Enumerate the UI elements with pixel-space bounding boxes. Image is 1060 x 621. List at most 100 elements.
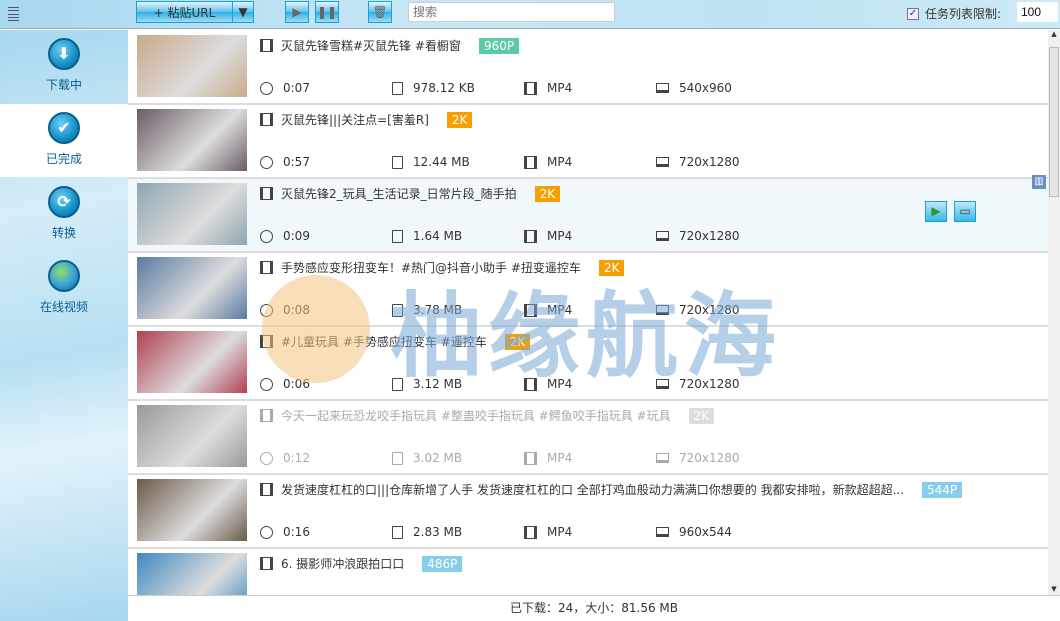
table-row[interactable]: 灭鼠先锋2_玩具_生活记录_日常片段_随手拍 2K 0:09 1.64 MB MP4… bbox=[128, 175, 1048, 253]
resolution: 720x1280 bbox=[679, 303, 740, 317]
video-thumbnail[interactable] bbox=[137, 183, 247, 245]
sidebar-item-label: 在线视频 bbox=[39, 300, 88, 314]
quality-badge: 960P bbox=[478, 37, 520, 54]
sidebar-item-downloading[interactable]: ⬇ 下载中 bbox=[0, 30, 128, 103]
clock-icon bbox=[260, 81, 273, 95]
film-icon bbox=[524, 451, 537, 465]
video-thumbnail[interactable] bbox=[137, 35, 247, 97]
monitor-icon bbox=[656, 527, 669, 537]
table-row[interactable]: 发货速度杠杠的口|||仓库新增了人手 发货速度杠杠的口 全部打鸡血般动力满满口你… bbox=[128, 475, 1048, 549]
file-icon bbox=[392, 525, 403, 539]
video-title: 手势感应变形扭变车！#热门@抖音小助手 #扭变遥控车 bbox=[281, 261, 581, 275]
resolution: 540x960 bbox=[679, 81, 732, 95]
file-size: 3.02 MB bbox=[413, 451, 463, 465]
start-button[interactable]: ▶ bbox=[285, 1, 309, 23]
clock-icon bbox=[260, 377, 273, 391]
film-icon bbox=[260, 557, 273, 570]
quality-badge: 2K bbox=[598, 259, 625, 276]
duration: 0:08 bbox=[283, 303, 310, 317]
clock-icon bbox=[260, 155, 273, 169]
format: MP4 bbox=[547, 377, 573, 391]
status-bar: 已下载：24，大小：81.56 MB bbox=[128, 595, 1060, 621]
sidebar-item-completed[interactable]: ✔ 已完成 bbox=[0, 104, 128, 177]
file-size: 12.44 MB bbox=[413, 155, 470, 169]
paste-url-button[interactable]: + 粘贴URL bbox=[136, 1, 233, 23]
format: MP4 bbox=[547, 229, 573, 243]
format: MP4 bbox=[547, 155, 573, 169]
video-thumbnail[interactable] bbox=[137, 479, 247, 541]
monitor-icon bbox=[656, 231, 669, 241]
open-folder-button[interactable]: ▭ bbox=[954, 201, 976, 222]
video-title: 发货速度杠杠的口|||仓库新增了人手 发货速度杠杠的口 全部打鸡血般动力满满口你… bbox=[281, 483, 905, 497]
film-icon bbox=[260, 335, 273, 348]
table-row[interactable]: 灭鼠先锋|||关注点=[害羞R] 2K 0:57 12.44 MB MP4 720x… bbox=[128, 105, 1048, 179]
check-icon: ✔ bbox=[48, 112, 80, 144]
table-row[interactable]: #儿童玩具 #手势感应扭变车 #遥控车 2K 0:06 3.12 MB MP4 72… bbox=[128, 327, 1048, 401]
toolbar: + 粘贴URL ▼ ▶ ❚❚ 🗑 ✓ 任务列表限制: bbox=[0, 0, 1060, 29]
trash-icon: ▥ bbox=[1034, 176, 1044, 187]
chevron-down-icon: ▼ bbox=[238, 5, 248, 19]
limit-checkbox[interactable]: ✓ bbox=[907, 7, 919, 20]
limit-input[interactable] bbox=[1017, 2, 1058, 22]
film-icon bbox=[524, 303, 537, 317]
scrollbar-thumb[interactable] bbox=[1049, 47, 1059, 197]
file-size: 2.83 MB bbox=[413, 525, 463, 539]
resolution: 720x1280 bbox=[679, 229, 740, 243]
duration: 0:12 bbox=[283, 451, 310, 465]
video-title: 灭鼠先锋雪糕#灭鼠先锋 #看橱窗 bbox=[281, 39, 461, 53]
convert-icon: ⟳ bbox=[48, 186, 80, 218]
quality-badge: 2K bbox=[534, 185, 561, 202]
clock-icon bbox=[260, 229, 273, 243]
resolution: 720x1280 bbox=[679, 377, 740, 391]
sidebar-item-online-video[interactable]: 在线视频 bbox=[0, 252, 128, 325]
menu-icon[interactable] bbox=[8, 7, 19, 21]
format: MP4 bbox=[547, 525, 573, 539]
resolution: 720x1280 bbox=[679, 155, 740, 169]
film-icon bbox=[260, 261, 273, 274]
quality-badge: 2K bbox=[446, 111, 473, 128]
delete-item-button[interactable]: ▥ bbox=[1032, 175, 1046, 189]
duration: 0:07 bbox=[283, 81, 310, 95]
globe-icon bbox=[48, 260, 80, 292]
task-list: 灭鼠先锋雪糕#灭鼠先锋 #看橱窗 960P 0:07 978.12 KB MP4 5… bbox=[128, 30, 1048, 595]
download-icon: ⬇ bbox=[48, 38, 80, 70]
monitor-icon bbox=[656, 157, 669, 167]
table-row[interactable]: 手势感应变形扭变车！#热门@抖音小助手 #扭变遥控车 2K 0:08 3.78 MB… bbox=[128, 253, 1048, 327]
file-icon bbox=[392, 303, 403, 317]
video-title: 灭鼠先锋|||关注点=[害羞R] bbox=[281, 113, 429, 127]
sidebar: ⬇ 下载中 ✔ 已完成 ⟳ 转换 在线视频 bbox=[0, 30, 128, 621]
monitor-icon bbox=[656, 83, 669, 93]
video-thumbnail[interactable] bbox=[137, 109, 247, 171]
clock-icon bbox=[260, 303, 273, 317]
video-title: 灭鼠先锋2_玩具_生活记录_日常片段_随手拍 bbox=[281, 187, 517, 201]
film-icon bbox=[260, 409, 273, 422]
pause-button[interactable]: ❚❚ bbox=[315, 1, 339, 23]
quality-badge: 2K bbox=[688, 407, 715, 424]
video-thumbnail[interactable] bbox=[137, 553, 247, 595]
clock-icon bbox=[260, 525, 273, 539]
table-row[interactable]: 灭鼠先锋雪糕#灭鼠先锋 #看橱窗 960P 0:07 978.12 KB MP4 5… bbox=[128, 31, 1048, 105]
film-icon bbox=[524, 155, 537, 169]
delete-button[interactable]: 🗑 bbox=[368, 1, 392, 23]
monitor-icon bbox=[656, 305, 669, 315]
play-button[interactable]: ▶ bbox=[925, 201, 947, 222]
paste-url-dropdown[interactable]: ▼ bbox=[232, 1, 254, 23]
sidebar-item-convert[interactable]: ⟳ 转换 bbox=[0, 178, 128, 251]
duration: 0:57 bbox=[283, 155, 310, 169]
video-thumbnail[interactable] bbox=[137, 331, 247, 393]
file-icon bbox=[392, 451, 403, 465]
scrollbar[interactable]: ▲ ▼ bbox=[1048, 30, 1060, 595]
video-thumbnail[interactable] bbox=[137, 405, 247, 467]
table-row[interactable]: 今天一起来玩恐龙咬手指玩具 #整蛊咬手指玩具 #鳄鱼咬手指玩具 #玩具 2K 0:1… bbox=[128, 401, 1048, 475]
video-thumbnail[interactable] bbox=[137, 257, 247, 319]
quality-badge: 2K bbox=[504, 333, 531, 350]
table-row[interactable]: 6. 摄影师冲浪跟拍口口 486P bbox=[128, 549, 1048, 595]
film-icon bbox=[260, 483, 273, 496]
play-icon: ▶ bbox=[292, 5, 302, 19]
quality-badge: 544P bbox=[922, 481, 963, 498]
clock-icon bbox=[260, 451, 273, 465]
film-icon bbox=[260, 39, 273, 52]
search-input[interactable] bbox=[408, 2, 615, 22]
play-icon: ▶ bbox=[931, 204, 941, 218]
duration: 0:16 bbox=[283, 525, 310, 539]
